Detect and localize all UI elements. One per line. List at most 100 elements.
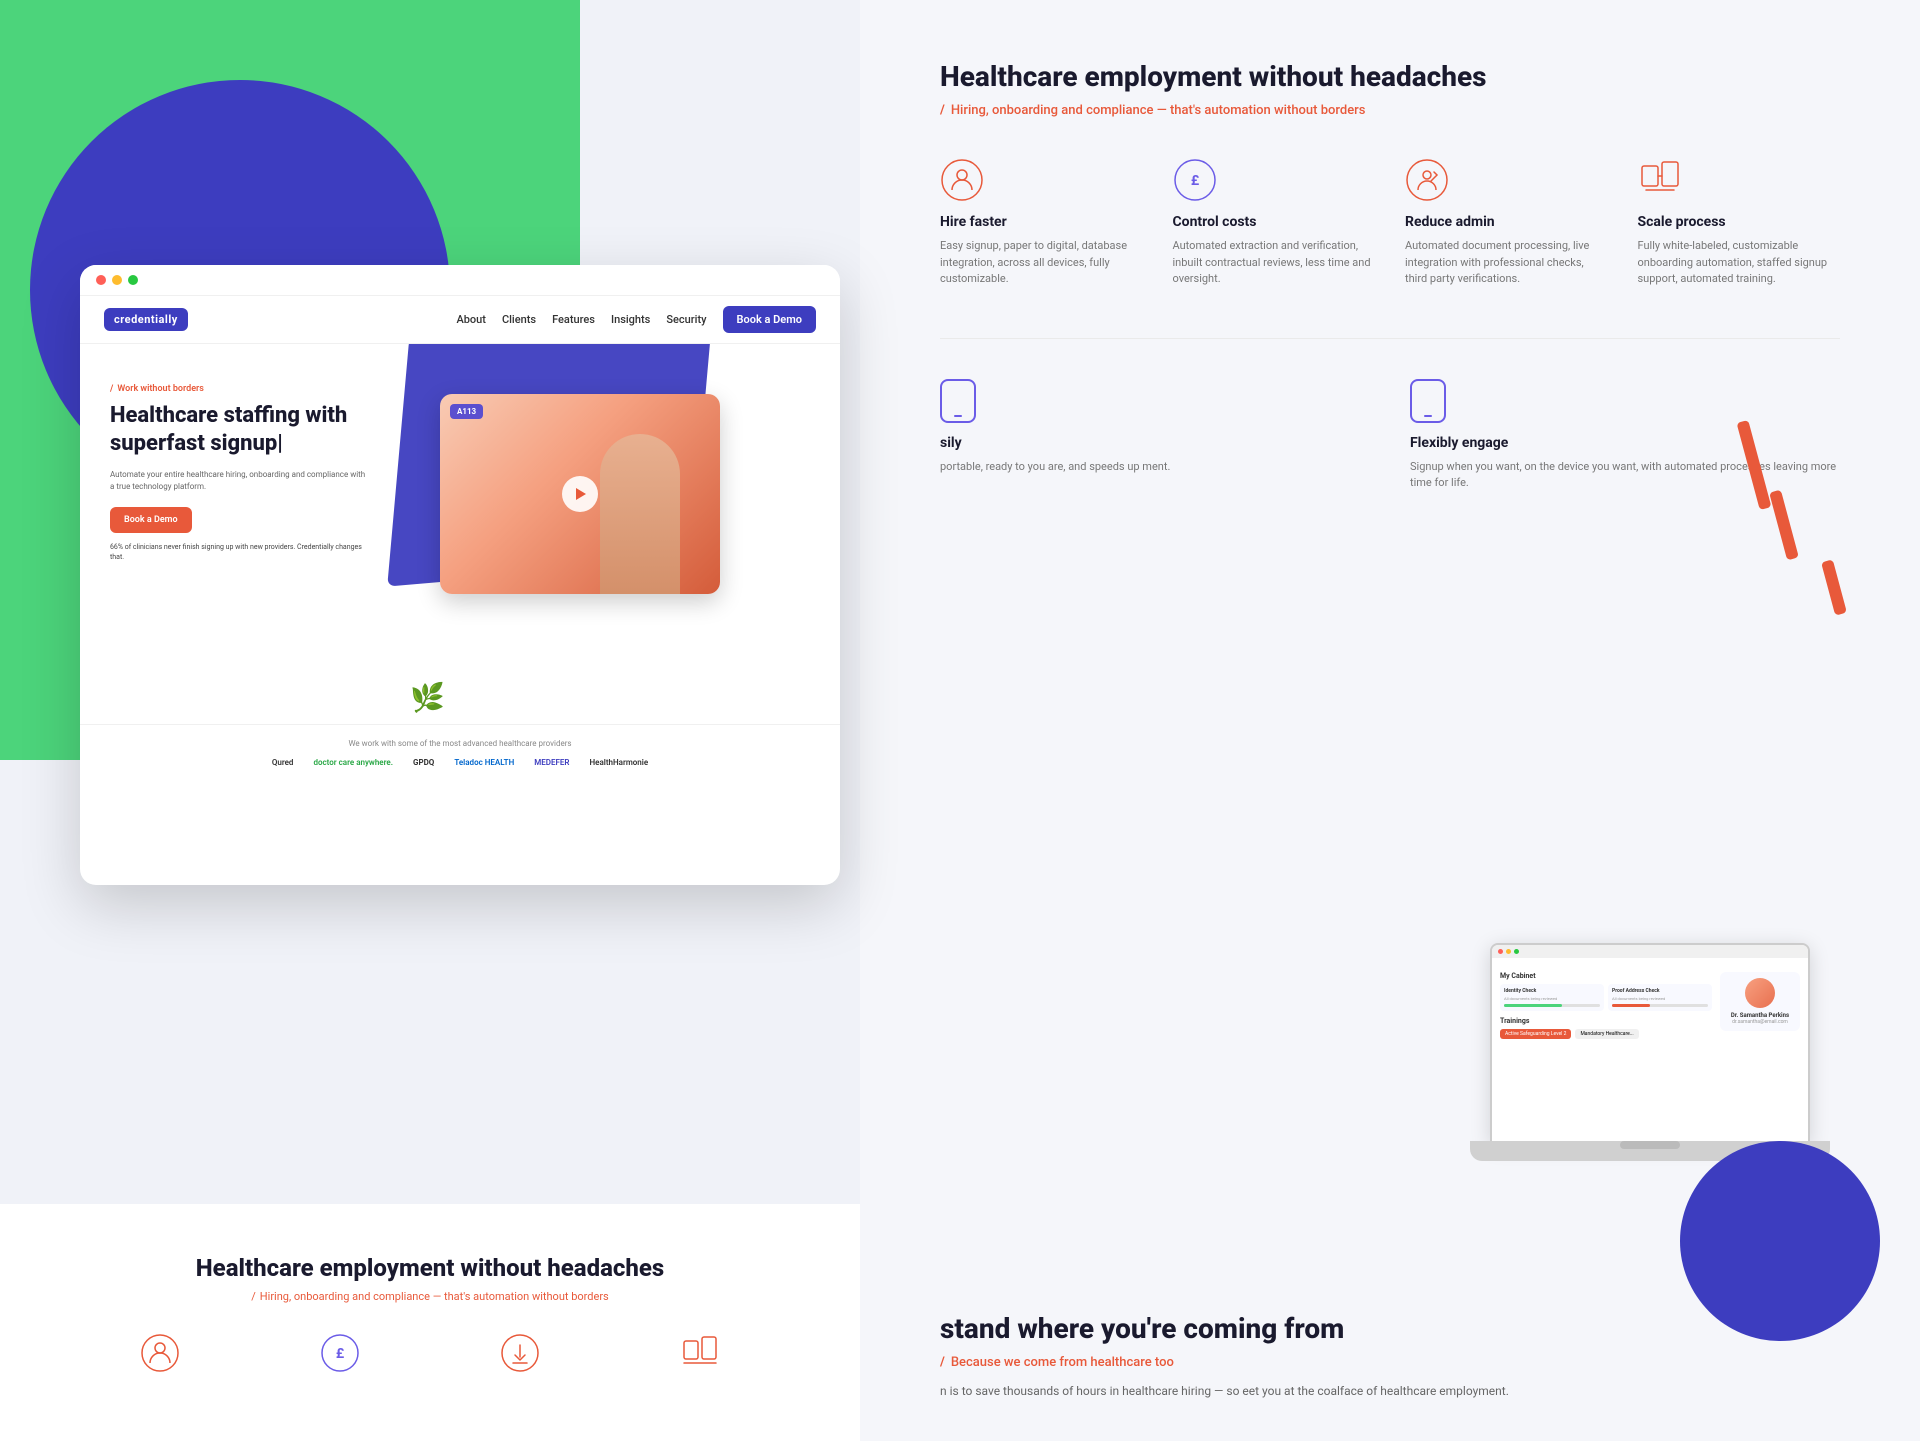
proof-address-card: Proof Address Check All documents being … — [1608, 984, 1712, 1011]
identity-check-card: Identity Check All documents being revie… — [1500, 984, 1604, 1011]
nav-links: About Clients Features Insights Security… — [456, 306, 816, 333]
screen-dot-green — [1514, 949, 1519, 954]
feature-hire-faster-desc: Easy signup, paper to digital, database … — [940, 238, 1143, 288]
feature-scale-process-title: Scale process — [1638, 214, 1841, 230]
partner-gpdq: GPDQ — [413, 758, 434, 767]
feature-scale-process: Scale process Fully white-labeled, custo… — [1638, 158, 1841, 288]
bottom-icon-person — [140, 1333, 180, 1373]
sily-feature: sily portable, ready to you are, and spe… — [940, 379, 1370, 492]
top-right-content: Healthcare employment without headaches … — [860, 0, 1920, 532]
proof-address-progress-fill — [1612, 1004, 1650, 1007]
features-grid: Hire faster Easy signup, paper to digita… — [940, 158, 1840, 288]
stand-subtitle: / Because we come from healthcare too — [940, 1355, 1840, 1370]
nav-security[interactable]: Security — [666, 313, 706, 326]
control-costs-icon: £ — [1173, 158, 1217, 202]
bottom-icon-1 — [80, 1333, 240, 1381]
feature-control-costs: £ Control costs Automated extraction and… — [1173, 158, 1376, 288]
hero-section: / Work without borders Healthcare staffi… — [80, 344, 840, 724]
partners-title: We work with some of the most advanced h… — [110, 739, 810, 748]
hero-tagline: / Work without borders — [110, 384, 370, 394]
feature-scale-process-desc: Fully white-labeled, customizable onboar… — [1638, 238, 1841, 288]
logo[interactable]: credentially — [104, 308, 188, 331]
partners-logos: Qured doctor care anywhere. GPDQ Teladoc… — [110, 758, 810, 767]
partners-section: We work with some of the most advanced h… — [80, 724, 840, 781]
browser-chrome — [80, 265, 840, 296]
play-triangle-icon — [576, 488, 586, 500]
bottom-section-title: Healthcare employment without headaches — [80, 1254, 780, 1282]
bottom-icon-pound: £ — [320, 1333, 360, 1373]
hero-description: Automate your entire healthcare hiring, … — [110, 469, 370, 493]
partner-health: HealthHarmonie — [589, 758, 648, 767]
profile-name: Dr. Samantha Perkins — [1726, 1012, 1794, 1019]
bottom-section-subtitle: / Hiring, onboarding and compliance — th… — [80, 1290, 780, 1303]
cabinet-title: My Cabinet — [1500, 972, 1712, 980]
partner-doctor: doctor care anywhere. — [313, 758, 393, 767]
screen-dots — [1498, 949, 1519, 954]
main-section-subtitle: / Hiring, onboarding and compliance — th… — [940, 103, 1840, 118]
trainings-title: Trainings — [1500, 1017, 1712, 1025]
browser-dot-minimize[interactable] — [112, 275, 122, 285]
bottom-icons-grid: £ — [80, 1333, 780, 1381]
svg-text:£: £ — [1190, 173, 1198, 189]
stand-title: stand where you're coming from — [940, 1312, 1840, 1345]
profile-panel: Dr. Samantha Perkins dr.samantha@email.c… — [1720, 972, 1800, 1031]
feature-reduce-admin: Reduce admin Automated document processi… — [1405, 158, 1608, 288]
laptop-screen: My Cabinet Identity Check All documents … — [1490, 943, 1810, 1143]
scale-process-icon — [1638, 158, 1682, 202]
slash-icon: / — [110, 384, 113, 394]
training-badge-1: Active Safeguarding Level 2 — [1500, 1029, 1571, 1039]
identity-check-progress-fill — [1504, 1004, 1562, 1007]
training-item-1: Mandatory Healthcare... — [1575, 1029, 1638, 1039]
browser-window: credentially About Clients Features Insi… — [80, 265, 840, 885]
cabinet-grid: Identity Check All documents being revie… — [1500, 984, 1712, 1011]
training-items: Active Safeguarding Level 2 Mandatory He… — [1500, 1029, 1712, 1039]
profile-email: dr.samantha@email.com — [1726, 1019, 1794, 1025]
bottom-icon-download — [500, 1333, 540, 1373]
feature-control-costs-title: Control costs — [1173, 214, 1376, 230]
identity-check-title: Identity Check — [1504, 988, 1600, 994]
sily-desc: portable, ready to you are, and speeds u… — [940, 459, 1370, 476]
browser-dot-close[interactable] — [96, 275, 106, 285]
partner-teladoc: Teladoc HEALTH — [454, 758, 514, 767]
engage-title: Flexibly engage — [1410, 435, 1840, 451]
trainings-section: Trainings Active Safeguarding Level 2 Ma… — [1500, 1017, 1712, 1039]
reduce-admin-icon — [1405, 158, 1449, 202]
nav-insights[interactable]: Insights — [611, 313, 650, 326]
stand-desc: n is to save thousands of hours in healt… — [940, 1382, 1540, 1401]
hero-title: Healthcare staffing with superfast signu… — [110, 402, 370, 457]
sily-title: sily — [940, 435, 1370, 451]
main-section-title: Healthcare employment without headaches — [940, 60, 1840, 93]
laptop-notch — [1620, 1141, 1680, 1149]
nav-features[interactable]: Features — [552, 313, 595, 326]
partner-qured: Qured — [272, 758, 294, 767]
subtitle-slash-icon: / — [940, 103, 945, 118]
bottom-slash-icon: / — [251, 1290, 256, 1303]
nav-clients[interactable]: Clients — [502, 313, 536, 326]
hero-cta-button[interactable]: Book a Demo — [110, 507, 192, 533]
play-button[interactable] — [562, 476, 598, 512]
nav-cta-button[interactable]: Book a Demo — [723, 306, 816, 333]
bottom-left-section: Healthcare employment without headaches … — [0, 1204, 860, 1441]
proof-address-title: Proof Address Check — [1612, 988, 1708, 994]
proof-address-sub: All documents being reviewed — [1612, 996, 1708, 1001]
partner-medefer: MEDEFER — [534, 758, 569, 767]
stand-slash-icon: / — [940, 1355, 945, 1370]
feature-hire-faster-title: Hire faster — [940, 214, 1143, 230]
video-card: A113 — [440, 394, 720, 594]
engage-desc: Signup when you want, on the device you … — [1410, 459, 1840, 492]
nav-about[interactable]: About — [456, 313, 486, 326]
screen-dot-yellow — [1506, 949, 1511, 954]
engage-feature: Flexibly engage Signup when you want, on… — [1410, 379, 1840, 492]
bottom-icon-2: £ — [260, 1333, 420, 1381]
hero-illustration: A113 🌿 — [340, 344, 840, 724]
bottom-icon-scale — [680, 1333, 720, 1373]
svg-text:£: £ — [336, 1346, 344, 1362]
feature-reduce-admin-desc: Automated document processing, live inte… — [1405, 238, 1608, 288]
video-label: A113 — [450, 404, 483, 419]
browser-dot-maximize[interactable] — [128, 275, 138, 285]
laptop-area: My Cabinet Identity Check All documents … — [1440, 943, 1860, 1161]
screen-header — [1492, 945, 1808, 958]
person-illustration — [600, 434, 680, 594]
screen-dot-red — [1498, 949, 1503, 954]
proof-address-progress — [1612, 1004, 1708, 1007]
